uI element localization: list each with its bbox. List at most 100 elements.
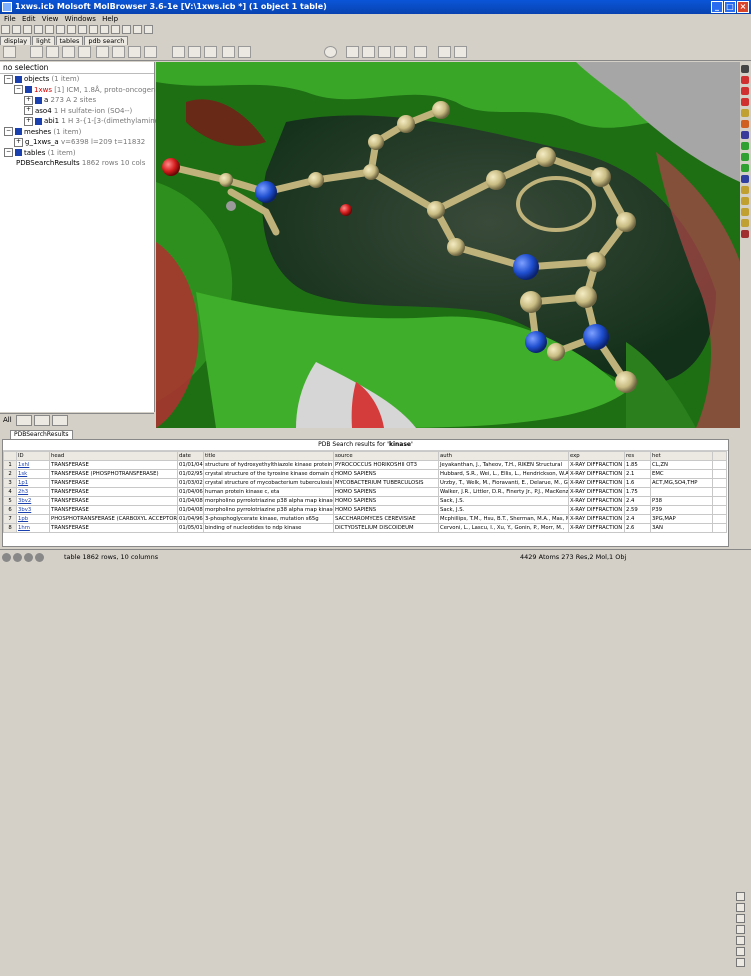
pdb-id-link[interactable]: 1hm xyxy=(16,523,50,533)
table-settings-icon[interactable] xyxy=(736,958,745,967)
color-icon[interactable] xyxy=(111,25,120,34)
pan-icon[interactable] xyxy=(741,186,749,194)
table-row[interactable]: 5 3bv2 TRANSFERASE 01/04/08 morpholino pyrro… xyxy=(3,496,727,506)
tree-item-tables[interactable]: − tables (1 item) xyxy=(0,148,154,159)
pdb-id-link[interactable]: 2h3 xyxy=(16,487,50,497)
find-icon[interactable] xyxy=(78,25,87,34)
menu-edit[interactable]: Edit xyxy=(22,15,36,23)
status-circle-icon[interactable] xyxy=(35,553,44,562)
col-header-auth[interactable]: auth xyxy=(438,451,569,461)
help-icon[interactable] xyxy=(122,25,131,34)
col-header-het[interactable]: het xyxy=(650,451,713,461)
menu-file[interactable]: File xyxy=(4,15,16,23)
col-header-title[interactable]: title xyxy=(203,451,334,461)
spin-icon[interactable] xyxy=(741,219,749,227)
pdb-id-link[interactable]: 1xhl xyxy=(16,460,50,470)
ribbon-icon[interactable] xyxy=(96,46,109,58)
pdb-id-link[interactable]: 1p1 xyxy=(16,478,50,488)
torsion-icon[interactable] xyxy=(378,46,391,58)
tab-tables-view[interactable] xyxy=(51,414,68,426)
menu-help[interactable]: Help xyxy=(102,15,118,23)
tree-item-meshes[interactable]: − meshes (1 item) xyxy=(0,127,154,138)
pdb-id-link[interactable]: 3bv3 xyxy=(16,505,50,515)
tab-meshes[interactable] xyxy=(33,414,50,426)
expand-icon[interactable]: + xyxy=(14,137,23,147)
table-columns-icon[interactable] xyxy=(736,925,745,934)
molecule-scene[interactable] xyxy=(156,62,740,428)
tree-item-objects[interactable]: − objects (1 item) xyxy=(0,74,154,85)
reset-view-icon[interactable] xyxy=(741,230,749,238)
tree-item-aso4[interactable]: + aso4 1 H sulfate-ion (SO4--) xyxy=(0,106,154,117)
col-header-id[interactable]: ID xyxy=(16,451,50,461)
stereo-icon[interactable] xyxy=(741,142,749,150)
collapse-icon[interactable]: − xyxy=(4,74,13,84)
rotate-icon[interactable] xyxy=(454,46,467,58)
close-button[interactable]: × xyxy=(737,1,749,13)
depth-icon[interactable] xyxy=(741,153,749,161)
open-icon[interactable] xyxy=(1,25,10,34)
col-header-date[interactable]: date xyxy=(177,451,204,461)
table-row[interactable]: 8 1hm TRANSFERASE 01/05/01 binding of nucleo… xyxy=(3,523,727,533)
measure-icon[interactable] xyxy=(394,46,407,58)
tab-molecules[interactable] xyxy=(15,414,32,426)
selection-icon[interactable] xyxy=(3,46,16,58)
pdb-id-link[interactable]: 1sk xyxy=(16,469,50,479)
menu-view[interactable]: View xyxy=(42,15,59,23)
collapse-icon[interactable]: − xyxy=(14,85,23,94)
antialias-icon[interactable] xyxy=(741,175,749,183)
zoom-view-icon[interactable] xyxy=(741,98,749,106)
save-icon[interactable] xyxy=(12,25,21,34)
label-residues-icon[interactable] xyxy=(188,46,201,58)
table-row[interactable]: 6 3bv3 TRANSFERASE 01/04/08 morpholino pyrro… xyxy=(3,505,727,515)
cpk-icon[interactable] xyxy=(78,46,91,58)
color-wheel-icon[interactable] xyxy=(324,46,337,58)
fullscreen-icon[interactable] xyxy=(741,131,749,139)
distance-icon[interactable] xyxy=(346,46,359,58)
collapse-icon[interactable]: − xyxy=(4,148,13,157)
table-find-icon[interactable] xyxy=(736,914,745,923)
tree-item-pdbsearchresults[interactable]: PDBSearchResults 1862 rows 10 cols xyxy=(0,158,154,169)
label-icon[interactable] xyxy=(144,46,157,58)
undo-view-icon[interactable] xyxy=(414,46,427,58)
tree-item-mesh[interactable]: + g_1xws_a v=6398 l=209 t=11832 xyxy=(0,137,154,148)
status-circle-icon[interactable] xyxy=(13,553,22,562)
expand-icon[interactable]: + xyxy=(24,95,33,105)
tab-all[interactable]: All xyxy=(3,416,12,424)
stick-icon[interactable] xyxy=(46,46,59,58)
skin-icon[interactable] xyxy=(128,46,141,58)
table-row[interactable]: 2 1sk TRANSFERASE (PHOSPHOTRANSFERASE) 01/0… xyxy=(3,469,727,479)
minimize-button[interactable]: _ xyxy=(711,1,723,13)
surface-icon[interactable] xyxy=(112,46,125,58)
table-sort-icon[interactable] xyxy=(736,892,745,901)
label-sites-icon[interactable] xyxy=(222,46,235,58)
clip-view-icon[interactable] xyxy=(741,109,749,117)
tree-item-chain-a[interactable]: + a 273 A 2 sites xyxy=(0,95,154,106)
status-circle-icon[interactable] xyxy=(24,553,33,562)
tab-pdbsearchresults[interactable]: PDBSearchResults xyxy=(10,430,73,439)
label-variables-icon[interactable] xyxy=(238,46,251,58)
expand-icon[interactable]: + xyxy=(24,106,33,115)
tree-item-1xws[interactable]: −1xws [1] ICM, 1.8Å, proto-oncogene xyxy=(0,85,160,96)
table-row[interactable]: 7 1pb PHOSPHOTRANSFERASE (CARBOXYL ACCEPTO… xyxy=(3,514,727,524)
stop-icon[interactable] xyxy=(438,46,451,58)
fog-icon[interactable] xyxy=(741,164,749,172)
pdb-icon[interactable] xyxy=(67,25,76,34)
undo-icon[interactable] xyxy=(45,25,54,34)
label-objects-icon[interactable] xyxy=(204,46,217,58)
table-plot-icon[interactable] xyxy=(736,947,745,956)
status-circle-icon[interactable] xyxy=(2,553,11,562)
table-export-icon[interactable] xyxy=(736,936,745,945)
label-atoms-icon[interactable] xyxy=(172,46,185,58)
molecule-viewport[interactable] xyxy=(156,62,740,428)
slab-icon[interactable] xyxy=(741,197,749,205)
wire-icon[interactable] xyxy=(30,46,43,58)
settings-icon[interactable] xyxy=(144,25,153,34)
table-row[interactable]: 4 2h3 TRANSFERASE 01/04/06 human protein kin… xyxy=(3,487,727,497)
center-view-icon[interactable] xyxy=(741,120,749,128)
angle-icon[interactable] xyxy=(362,46,375,58)
collapse-icon[interactable]: − xyxy=(4,127,13,136)
tree-item-abi1[interactable]: + abi1 1 H 3-{1-[3-(dimethylamino xyxy=(0,116,159,127)
redo-icon[interactable] xyxy=(56,25,65,34)
col-header-res[interactable]: res xyxy=(624,451,651,461)
maximize-button[interactable]: □ xyxy=(724,1,736,13)
